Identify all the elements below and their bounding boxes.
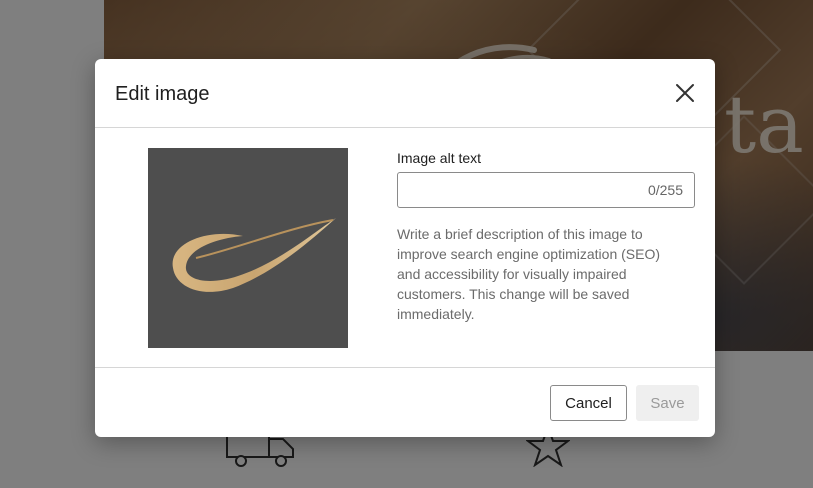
edit-image-dialog: Edit image Image alt text 0/255 Write a … <box>95 59 715 437</box>
dialog-footer: Cancel Save <box>95 368 715 436</box>
close-icon <box>676 84 694 102</box>
image-thumbnail <box>148 148 348 348</box>
alt-text-label: Image alt text <box>397 150 482 166</box>
dialog-body: Image alt text 0/255 Write a brief descr… <box>95 128 715 368</box>
save-button[interactable]: Save <box>636 385 699 421</box>
close-button[interactable] <box>673 81 697 105</box>
alt-text-field-wrapper: 0/255 <box>397 172 695 208</box>
help-text: Write a brief description of this image … <box>397 226 661 322</box>
dialog-header: Edit image <box>95 59 715 128</box>
character-counter: 0/255 <box>647 182 683 198</box>
alt-text-input[interactable] <box>398 173 638 207</box>
dialog-title: Edit image <box>115 83 210 105</box>
logo-swoosh-icon <box>172 218 336 292</box>
cancel-button[interactable]: Cancel <box>550 385 627 421</box>
